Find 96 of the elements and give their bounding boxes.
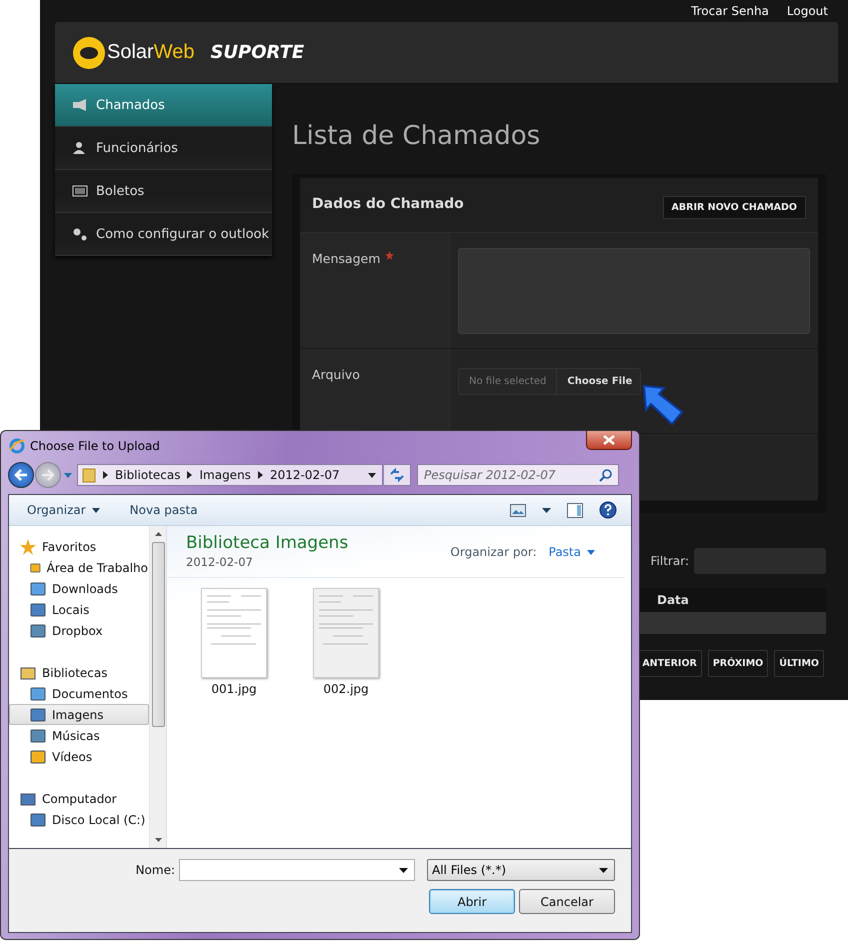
sidebar-item[interactable]: Como configurar o outlook bbox=[55, 213, 272, 256]
sidebar-item-icon bbox=[72, 227, 88, 241]
nav-item-icon bbox=[30, 686, 46, 700]
search-icon bbox=[599, 468, 612, 482]
dialog-button[interactable]: Abrir bbox=[429, 889, 515, 914]
pagination-button[interactable]: ÚLTIMO bbox=[774, 650, 824, 677]
nav-item[interactable]: Área de Trabalho bbox=[9, 557, 149, 578]
breadcrumb-item[interactable]: Bibliotecas bbox=[115, 468, 180, 482]
sidebar-item-icon bbox=[72, 184, 88, 198]
arrange-dropdown[interactable]: Pasta bbox=[548, 545, 595, 559]
back-button[interactable] bbox=[8, 462, 34, 488]
refresh-icon bbox=[389, 468, 405, 482]
nav-item[interactable]: Downloads bbox=[9, 578, 149, 599]
panel-title: Dados do Chamado bbox=[312, 196, 464, 212]
nav-item-icon bbox=[30, 624, 46, 638]
document-thumbnail[interactable] bbox=[201, 588, 267, 678]
chevron-icon bbox=[103, 471, 108, 479]
arrange-label: Organizar por: bbox=[450, 545, 537, 559]
nav-item-icon bbox=[30, 560, 41, 574]
library-title: Biblioteca Imagens bbox=[186, 533, 348, 553]
address-bar[interactable]: Bibliotecas Imagens 2012-02-07 bbox=[77, 464, 383, 486]
history-caret-icon bbox=[64, 472, 72, 478]
forward-arrow-icon bbox=[41, 469, 55, 481]
top-link[interactable]: Logout bbox=[786, 4, 828, 18]
nav-item[interactable]: Vídeos bbox=[9, 746, 149, 767]
nav-item[interactable]: Imagens bbox=[9, 704, 149, 725]
header-subtitle: SUPORTE bbox=[210, 42, 304, 63]
scroll-down-icon[interactable] bbox=[154, 838, 162, 842]
nav-group[interactable]: Bibliotecas bbox=[9, 662, 149, 683]
nav-group[interactable]: Favoritos bbox=[9, 536, 149, 557]
scroll-up-icon[interactable] bbox=[154, 532, 162, 536]
file-name-field[interactable] bbox=[179, 859, 415, 881]
file-name-label: Nome: bbox=[136, 863, 175, 877]
close-button[interactable] bbox=[586, 431, 632, 450]
breadcrumb-item[interactable]: 2012-02-07 bbox=[270, 468, 340, 482]
search-field[interactable]: Pesquisar 2012-02-07 bbox=[417, 464, 619, 486]
nav-group-icon bbox=[20, 790, 36, 806]
pagination-button[interactable]: PRÓXIMO bbox=[708, 650, 768, 677]
back-arrow-icon bbox=[14, 469, 28, 481]
file-name: 002.jpg bbox=[323, 682, 369, 696]
nav-item[interactable]: Dropbox bbox=[9, 620, 149, 641]
caret-icon bbox=[599, 868, 608, 872]
close-icon bbox=[603, 435, 615, 445]
new-folder-button[interactable]: Nova pasta bbox=[128, 503, 200, 517]
field-label: Mensagem bbox=[312, 251, 380, 266]
document-thumbnail[interactable] bbox=[313, 588, 379, 678]
caret-icon bbox=[92, 508, 100, 512]
arrow-cursor-icon bbox=[642, 384, 686, 428]
nav-item[interactable]: Disco Local (C:) bbox=[9, 809, 149, 830]
logo-icon bbox=[72, 36, 106, 70]
nav-item[interactable]: Documentos bbox=[9, 683, 149, 704]
top-link[interactable]: Trocar Senha bbox=[691, 4, 769, 18]
view-icon[interactable] bbox=[510, 504, 526, 516]
refresh-button[interactable] bbox=[384, 464, 411, 486]
breadcrumb-item[interactable]: Imagens bbox=[199, 468, 251, 482]
sidebar-item[interactable]: Funcionários bbox=[55, 127, 272, 170]
nav-group-icon bbox=[20, 538, 36, 554]
sidebar-item-icon bbox=[72, 98, 88, 112]
sidebar-item-icon bbox=[72, 141, 88, 155]
nav-item-icon bbox=[30, 708, 46, 722]
chevron-icon bbox=[258, 471, 263, 479]
nav-group[interactable]: Computador bbox=[9, 788, 149, 809]
column-header: Data bbox=[657, 593, 689, 607]
preview-pane-icon[interactable] bbox=[567, 502, 583, 518]
library-subtitle: 2012-02-07 bbox=[186, 555, 254, 569]
nav-item-icon bbox=[30, 812, 46, 826]
browser-icon bbox=[9, 438, 25, 454]
field-label: Arquivo bbox=[312, 367, 360, 382]
file-field[interactable]: No file selected Choose File bbox=[458, 368, 642, 395]
caret-icon bbox=[587, 550, 595, 554]
caret-icon bbox=[399, 868, 408, 872]
nav-item[interactable]: Locais bbox=[9, 599, 149, 620]
filter-label: Filtrar: bbox=[650, 554, 689, 568]
nav-item-icon bbox=[30, 602, 46, 616]
nav-item-icon bbox=[30, 582, 46, 596]
scrollbar[interactable] bbox=[149, 526, 166, 848]
help-icon[interactable] bbox=[599, 501, 617, 519]
nav-item-icon bbox=[30, 728, 46, 742]
logo-text: SolarWeb bbox=[107, 41, 194, 64]
file-name: 001.jpg bbox=[211, 682, 257, 696]
nav-group-icon bbox=[20, 664, 36, 680]
pagination-button[interactable]: ANTERIOR bbox=[637, 650, 702, 677]
organize-menu[interactable]: Organizar bbox=[25, 503, 102, 517]
view-caret-icon[interactable] bbox=[542, 508, 551, 512]
sidebar-item[interactable]: Boletos bbox=[55, 170, 272, 213]
dialog-title: Choose File to Upload bbox=[30, 438, 160, 452]
sidebar-item[interactable]: Chamados bbox=[55, 84, 272, 127]
dropdown-caret-icon bbox=[368, 472, 376, 478]
file-type-dropdown[interactable]: All Files (*.*) bbox=[427, 859, 615, 881]
chevron-icon bbox=[187, 471, 192, 479]
page-title: Lista de Chamados bbox=[292, 120, 542, 152]
nav-item[interactable]: Músicas bbox=[9, 725, 149, 746]
nav-item-icon bbox=[30, 750, 46, 764]
dialog-button[interactable]: Cancelar bbox=[519, 889, 615, 914]
new-ticket-button[interactable]: ABRIR NOVO CHAMADO bbox=[662, 196, 806, 219]
folder-icon bbox=[82, 467, 96, 483]
